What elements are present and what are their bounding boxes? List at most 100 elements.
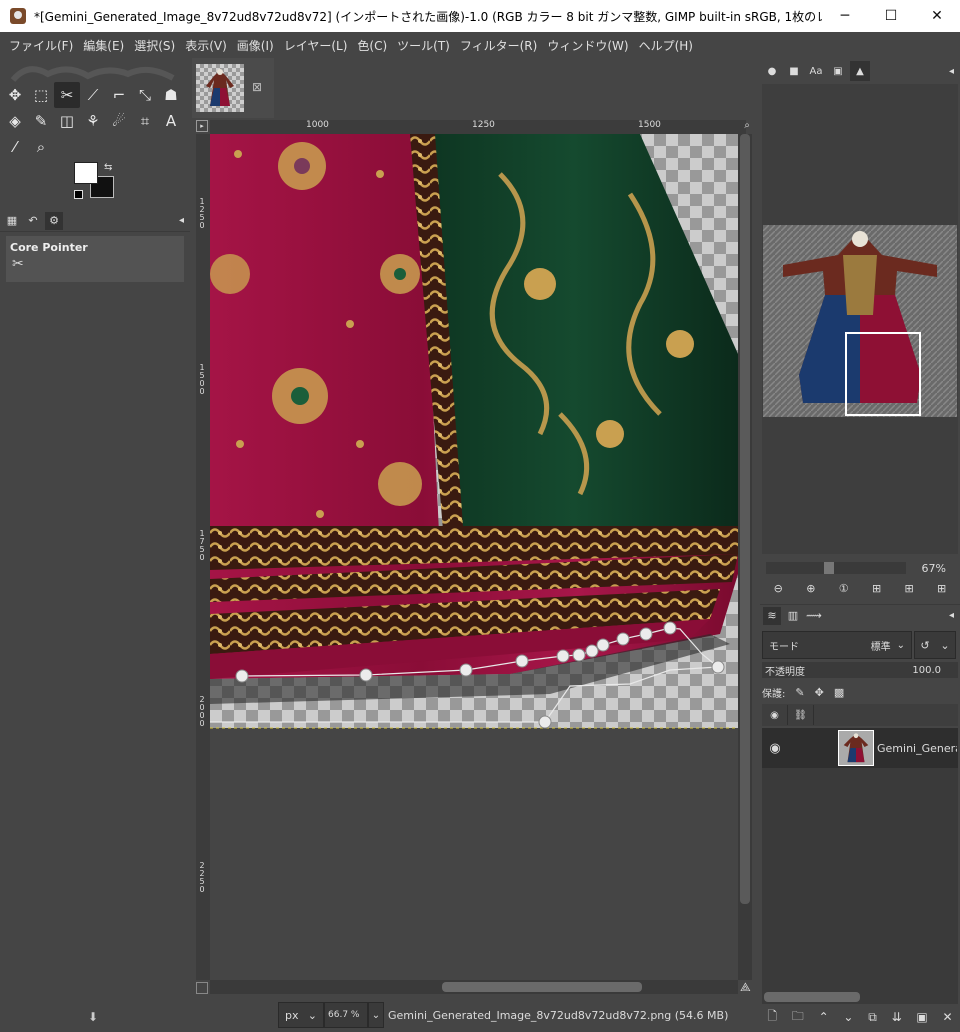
- warp-tool-icon[interactable]: ☗: [158, 82, 184, 108]
- menu-layer[interactable]: レイヤー(L): [279, 37, 353, 54]
- new-layer-icon[interactable]: 🗋: [767, 1007, 777, 1028]
- ruler-corner-icon[interactable]: ▸: [196, 120, 208, 132]
- images-tab-icon[interactable]: ▣: [828, 61, 848, 81]
- image-canvas[interactable]: [210, 134, 738, 980]
- swap-colors-icon[interactable]: ⇆: [104, 162, 112, 173]
- smudge-tool-icon[interactable]: ☄: [106, 108, 132, 134]
- menu-edit[interactable]: 編集(E): [78, 37, 129, 54]
- menu-filters[interactable]: フィルター(R): [455, 37, 542, 54]
- image-tab-close-icon[interactable]: ⊠: [252, 80, 262, 94]
- fuzzy-select-tool-icon[interactable]: ⟋: [80, 82, 106, 108]
- dress-skirt-image[interactable]: [210, 134, 738, 980]
- color-swatches[interactable]: ⇆: [74, 162, 118, 202]
- horizontal-ruler[interactable]: 1000 1250 1500: [210, 120, 746, 134]
- vertical-scrollbar-thumb[interactable]: [740, 134, 750, 904]
- device-status-tab-icon[interactable]: ▦: [3, 212, 21, 230]
- merge-layer-icon[interactable]: ⇊: [892, 1010, 902, 1024]
- zoom-dropdown[interactable]: ⌄: [368, 1002, 384, 1028]
- tool-options-tab-icon[interactable]: ⚙: [45, 211, 63, 230]
- navigator-preview[interactable]: [762, 84, 958, 554]
- lock-pixels-icon[interactable]: ✎: [795, 686, 804, 699]
- horizontal-scrollbar-thumb[interactable]: [442, 982, 642, 992]
- dock-export-icon[interactable]: ⬇: [88, 1010, 98, 1024]
- layer-mask-icon[interactable]: ▣: [916, 1010, 927, 1024]
- vertical-ruler[interactable]: 1250 1500 1750 2000 2250: [196, 134, 210, 980]
- menu-windows[interactable]: ウィンドウ(W): [542, 37, 633, 54]
- opacity-slider[interactable]: 不透明度 100.0: [762, 662, 958, 678]
- mode-row: モード 標準 ⌄ ↺ ⌄: [762, 630, 958, 660]
- reset-mode-icon: ↺: [920, 638, 930, 652]
- menu-help[interactable]: ヘルプ(H): [634, 37, 698, 54]
- undo-history-tab-icon[interactable]: ↶: [24, 212, 42, 230]
- layers-scrollbar-thumb[interactable]: [764, 992, 860, 1002]
- eraser-tool-icon[interactable]: ◫: [54, 108, 80, 134]
- clone-tool-icon[interactable]: ⚘: [80, 108, 106, 134]
- menu-image[interactable]: 画像(I): [232, 37, 279, 54]
- duplicate-layer-icon[interactable]: ⧉: [868, 1010, 877, 1025]
- close-button[interactable]: ✕: [914, 0, 960, 32]
- eye-icon[interactable]: ◉: [762, 741, 788, 756]
- dock-config-icon[interactable]: ◂: [949, 66, 954, 77]
- scissors-select-tool-icon[interactable]: ✂: [54, 82, 80, 108]
- lock-alpha-icon[interactable]: ▩: [834, 686, 844, 699]
- bucket-fill-tool-icon[interactable]: ◈: [2, 108, 28, 134]
- dock-config-icon[interactable]: ◂: [179, 215, 184, 226]
- lock-label: 保護:: [762, 688, 786, 700]
- zoom-out-icon[interactable]: ⊖: [774, 582, 783, 595]
- layer-name[interactable]: Gemini_Generat: [877, 742, 957, 755]
- unified-transform-tool-icon[interactable]: ⤡: [132, 82, 158, 108]
- navigate-icon[interactable]: ⟁: [740, 980, 751, 995]
- paths-tab-icon[interactable]: ⟿: [805, 607, 823, 625]
- zoom-fit-icon[interactable]: ⌕: [740, 120, 754, 134]
- layers-tab-icon[interactable]: ≋: [763, 606, 781, 625]
- foreground-color[interactable]: [74, 162, 98, 184]
- menu-file[interactable]: ファイル(F): [4, 37, 78, 54]
- text-tool-icon[interactable]: A: [158, 108, 184, 134]
- new-layer-group-icon[interactable]: 🗀: [792, 1007, 804, 1028]
- menu-select[interactable]: 選択(S): [129, 37, 180, 54]
- navigator-tab-icon[interactable]: ▲: [850, 61, 870, 81]
- lock-position-icon[interactable]: ✥: [815, 686, 824, 699]
- mode-select[interactable]: モード 標準 ⌄: [762, 631, 912, 659]
- color-picker-tool-icon[interactable]: ⁄: [2, 134, 28, 160]
- tool-options-panel: Core Pointer ✂: [6, 236, 184, 282]
- delete-layer-icon[interactable]: ✕: [943, 1010, 953, 1024]
- maximize-button[interactable]: ☐: [868, 0, 914, 32]
- lower-layer-icon[interactable]: ⌄: [843, 1010, 853, 1024]
- crop-tool-icon[interactable]: ⌐: [106, 82, 132, 108]
- zoom-tool-icon[interactable]: ⌕: [28, 134, 54, 160]
- zoom-1to1-icon[interactable]: ①: [839, 582, 849, 595]
- menu-view[interactable]: 表示(V): [180, 37, 232, 54]
- move-tool-icon[interactable]: ✥: [2, 82, 28, 108]
- paintbrush-tool-icon[interactable]: ✎: [28, 108, 54, 134]
- zoom-fill-icon[interactable]: ⊞: [905, 582, 914, 595]
- layers-list[interactable]: [762, 768, 958, 990]
- shrink-wrap-icon[interactable]: ⊞: [937, 582, 946, 595]
- zoom-slider-knob[interactable]: [824, 562, 834, 574]
- reset-colors-icon[interactable]: [74, 190, 83, 199]
- layer-row[interactable]: ◉ Gemini_Generat: [762, 728, 958, 768]
- channels-tab-icon[interactable]: ▥: [784, 607, 802, 625]
- quick-mask-toggle[interactable]: [196, 982, 208, 994]
- fonts-tab-icon[interactable]: Aa: [806, 61, 826, 81]
- navigator-zoom-slider[interactable]: [766, 562, 906, 574]
- patterns-tab-icon[interactable]: ■: [784, 61, 804, 81]
- raise-layer-icon[interactable]: ⌃: [819, 1010, 829, 1024]
- vertical-scrollbar[interactable]: [738, 134, 752, 980]
- menu-colors[interactable]: 色(C): [352, 37, 392, 54]
- dock-config-icon[interactable]: ◂: [949, 610, 954, 621]
- zoom-in-icon[interactable]: ⊕: [806, 582, 815, 595]
- unit-select[interactable]: px ⌄: [278, 1002, 324, 1028]
- minimize-button[interactable]: ─: [822, 0, 868, 32]
- image-tab[interactable]: ⊠: [192, 58, 274, 118]
- menu-tools[interactable]: ツール(T): [392, 37, 455, 54]
- brushes-tab-icon[interactable]: ●: [762, 61, 782, 81]
- composite-mode-select[interactable]: ↺ ⌄: [914, 631, 956, 659]
- horizontal-scrollbar[interactable]: [210, 980, 738, 994]
- zoom-input[interactable]: 66.7 %: [324, 1002, 368, 1028]
- zoom-fit-image-icon[interactable]: ⊞: [872, 582, 881, 595]
- navigator-thumbnail[interactable]: [763, 225, 957, 417]
- paths-tool-icon[interactable]: ⌗: [132, 108, 158, 134]
- layers-scrollbar[interactable]: [762, 990, 958, 1004]
- rect-select-tool-icon[interactable]: ⬚: [28, 82, 54, 108]
